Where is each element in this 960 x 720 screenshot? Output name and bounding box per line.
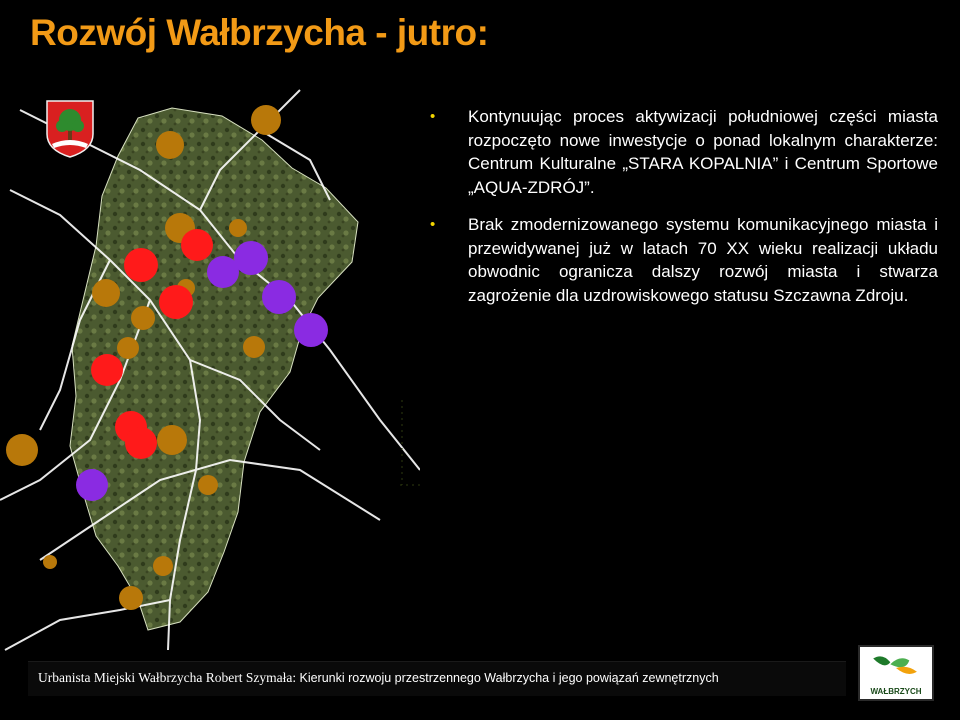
city-map — [0, 89, 420, 651]
footer-bar: Urbanista Miejski Wałbrzycha Robert Szym… — [28, 661, 846, 696]
bullet-item: • Kontynuując proces aktywizacji południ… — [430, 105, 938, 199]
slide-title: Rozwój Wałbrzycha - jutro: — [30, 12, 489, 53]
walbrzych-logo: WAŁBRZYCH — [858, 645, 934, 701]
footer-subject: Kierunki rozwoju przestrzennego Wałbrzyc… — [299, 671, 719, 685]
bullet-text: Brak zmodernizowanego systemu komunikacy… — [468, 215, 938, 305]
bullet-item: • Brak zmodernizowanego systemu komunika… — [430, 213, 938, 307]
grid-lines — [400, 400, 420, 486]
bullet-text: Kontynuując proces aktywizacji południow… — [468, 107, 938, 197]
bullet-list: • Kontynuując proces aktywizacji południ… — [430, 105, 938, 321]
logo-mark-icon — [873, 656, 917, 674]
coat-of-arms-icon — [46, 100, 94, 158]
bullet-dot-icon: • — [430, 108, 436, 125]
footer-text: Urbanista Miejski Wałbrzycha Robert Szym… — [38, 670, 719, 686]
footer-author: Urbanista Miejski Wałbrzycha Robert Szym… — [38, 670, 300, 685]
logo-caption: WAŁBRZYCH — [870, 687, 922, 696]
bullet-dot-icon: • — [430, 216, 436, 233]
